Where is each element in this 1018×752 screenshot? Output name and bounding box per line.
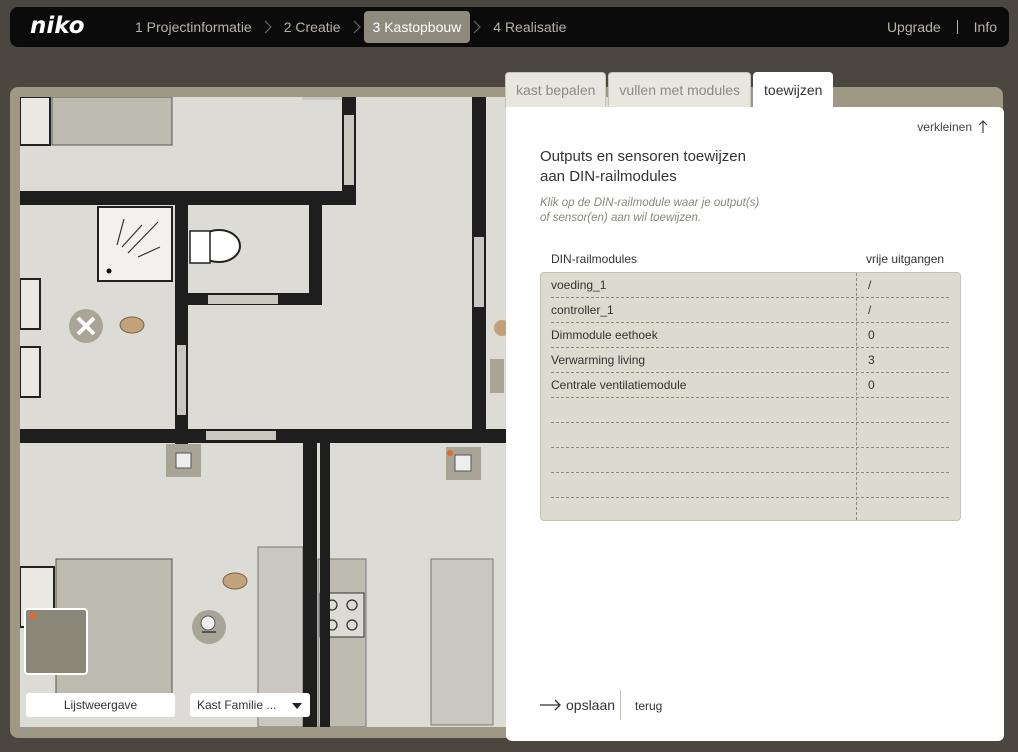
table-row [551, 423, 949, 448]
save-label: opslaan [566, 697, 616, 713]
table-row[interactable]: voeding_1 / [551, 273, 949, 298]
divider [956, 20, 958, 34]
arrow-right-icon [540, 699, 561, 711]
chevron-right-icon [350, 11, 364, 43]
tab-toewijzen[interactable]: toewijzen [753, 72, 834, 109]
step-creatie[interactable]: 2 Creatie [275, 11, 350, 43]
table-row[interactable]: Verwarming living 3 [551, 348, 949, 373]
free-outputs: 0 [868, 378, 875, 392]
caret-down-icon [292, 703, 302, 709]
free-outputs: 3 [868, 353, 875, 367]
cabinet-select-value: Kast Familie ... [197, 698, 277, 712]
module-name: Centrale ventilatiemodule [551, 378, 687, 392]
step-projectinformatie[interactable]: 1 Projectinformatie [126, 11, 261, 43]
info-link[interactable]: Info [974, 19, 997, 35]
top-right-links: Upgrade Info [887, 7, 997, 47]
panel-tabs: kast bepalen vullen met modules toewijze… [505, 72, 835, 109]
panel-title-line2: aan DIN-railmodules [540, 168, 677, 185]
panel-instruction-line2: of sensor(en) aan wil toewijzen. [540, 212, 702, 224]
module-name: Verwarming living [551, 353, 646, 367]
assignment-panel: verkleinen Outputs en sensoren toewijzen… [506, 107, 1004, 741]
step-kastopbouw[interactable]: 3 Kastopbouw [363, 11, 471, 43]
upgrade-link[interactable]: Upgrade [887, 19, 941, 35]
save-button[interactable]: opslaan [540, 697, 615, 713]
table-row[interactable]: controller_1 / [551, 298, 949, 323]
niko-logo: niko [30, 13, 85, 39]
panel-title-line1: Outputs en sensoren toewijzen [540, 148, 746, 165]
list-view-button[interactable]: Lijstweergave [26, 693, 175, 717]
free-outputs: / [868, 278, 872, 292]
cabinet-select[interactable]: Kast Familie ... [190, 693, 310, 717]
shrink-label: verkleinen [917, 120, 972, 134]
panel-instruction-line1: Klik op de DIN-railmodule waar je output… [540, 197, 760, 209]
free-outputs: 0 [868, 328, 875, 342]
panel-title: Outputs en sensoren toewijzen aan DIN-ra… [540, 147, 800, 187]
free-outputs: / [868, 303, 872, 317]
floor-thumbnail[interactable] [24, 608, 88, 675]
back-button[interactable]: terug [635, 699, 662, 713]
module-name: Dimmodule eethoek [551, 328, 658, 342]
module-name: controller_1 [551, 303, 614, 317]
table-row[interactable]: Centrale ventilatiemodule 0 [551, 373, 949, 398]
shrink-button[interactable]: verkleinen [917, 120, 988, 134]
footer-divider [620, 690, 621, 720]
thumbnail-marker [30, 613, 36, 619]
column-header-modules: DIN-railmodules [551, 252, 638, 266]
step-navigation: 1 Projectinformatie 2 Creatie 3 Kastopbo… [126, 11, 575, 43]
arrow-up-icon [978, 120, 988, 133]
table-row[interactable]: Dimmodule eethoek 0 [551, 323, 949, 348]
panel-instruction: Klik op de DIN-railmodule waar je output… [540, 196, 800, 226]
top-navigation-bar: niko 1 Projectinformatie 2 Creatie 3 Kas… [10, 7, 1009, 47]
module-name: voeding_1 [551, 278, 607, 292]
step-realisatie[interactable]: 4 Realisatie [484, 11, 575, 43]
tab-vullen-met-modules[interactable]: vullen met modules [608, 72, 752, 108]
tab-kast-bepalen[interactable]: kast bepalen [505, 72, 607, 108]
table-row [551, 448, 949, 473]
column-header-free-outputs: vrije uitgangen [866, 252, 945, 266]
chevron-right-icon [470, 11, 484, 43]
chevron-right-icon [261, 11, 275, 43]
table-row [551, 398, 949, 423]
table-row [551, 473, 949, 498]
din-rail-table: voeding_1 / controller_1 / Dimmodule eetho… [540, 272, 961, 521]
